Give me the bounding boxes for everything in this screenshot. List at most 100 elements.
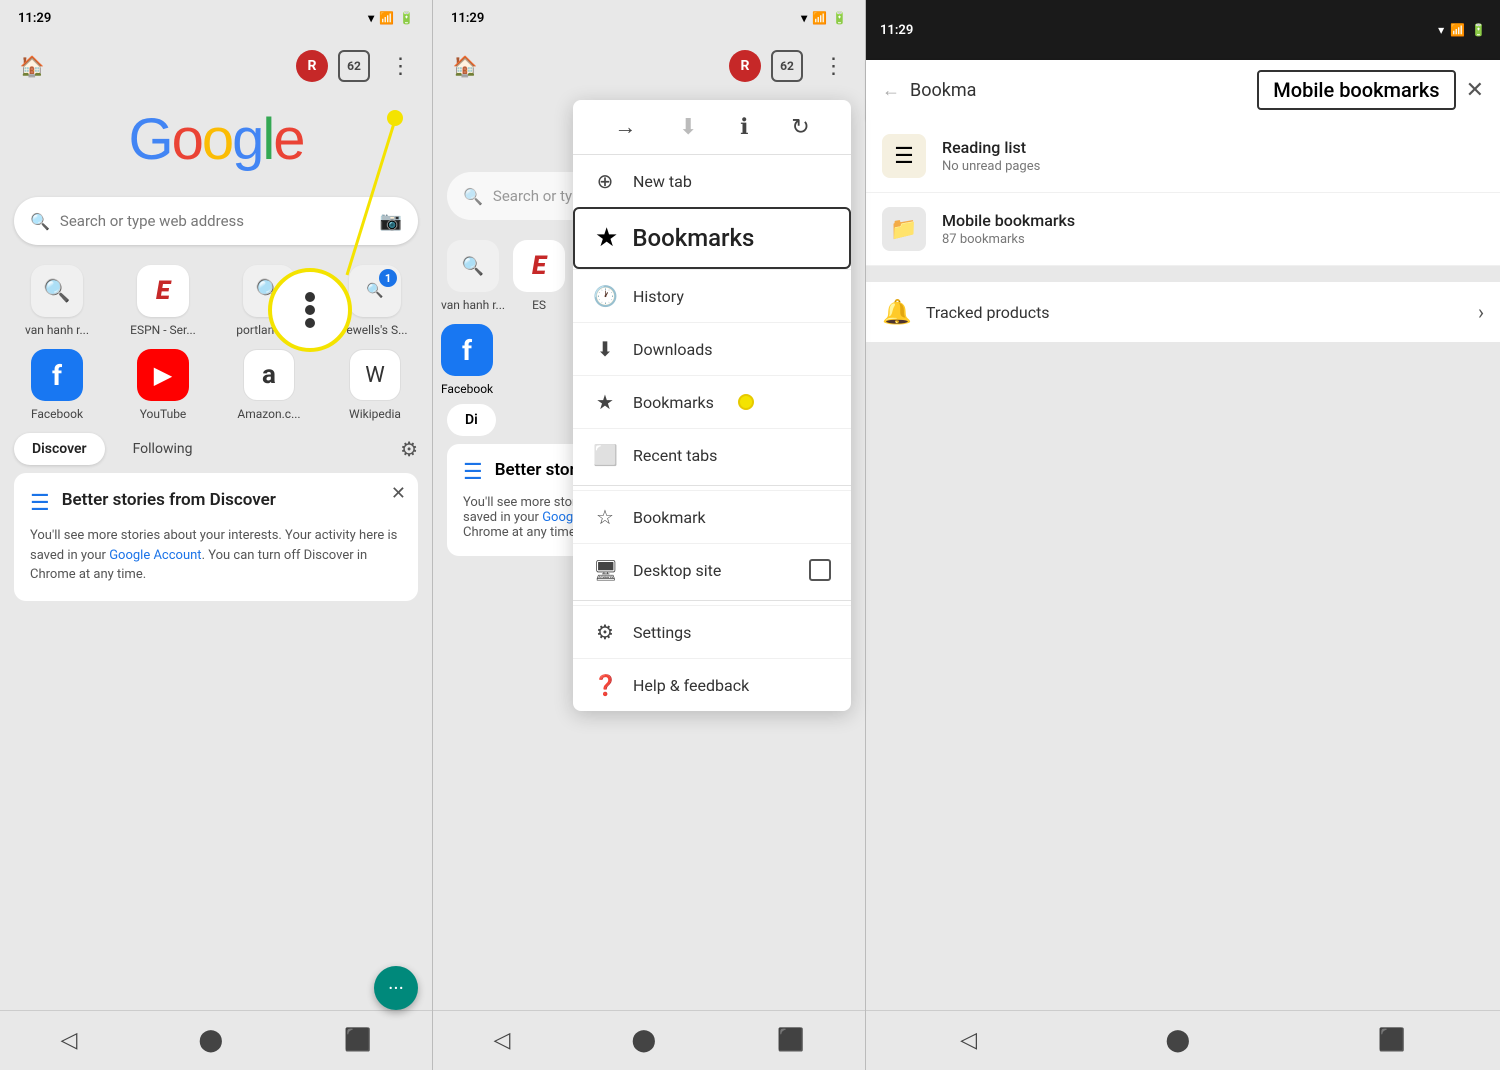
desktop-site-label: Desktop site [633, 561, 721, 580]
home-icon-mid: 🏠 [453, 54, 478, 78]
recents-nav-right[interactable]: ⬛ [1378, 1028, 1405, 1053]
shortcut-wikipedia[interactable]: W Wikipedia [326, 349, 424, 421]
close-discover-button[interactable]: ✕ [391, 483, 406, 504]
download-button[interactable]: ⬇ [679, 115, 697, 140]
chrome-toolbar-left: 🏠 R 62 ⋮ [0, 36, 432, 96]
desktop-site-checkbox[interactable] [809, 559, 831, 581]
mobile-bookmarks-item[interactable]: 📁 Mobile bookmarks 87 bookmarks [866, 193, 1500, 266]
search-placeholder-text: Search or type web address [60, 212, 370, 230]
qa-label-4: rewells's S... [342, 323, 407, 337]
quick-access-item-3[interactable]: 🔍 portland w... [220, 265, 318, 337]
search-bar[interactable]: 🔍 Search or type web address 📷 [14, 197, 418, 245]
bookmark-yellow-dot [738, 394, 754, 410]
qa-icon-4: 🔍 1 [349, 265, 401, 317]
wifi-icon-right: ▾ [1438, 23, 1444, 37]
camera-search-icon[interactable]: 📷 [380, 211, 402, 232]
wifi-icon: ▾ [368, 11, 374, 25]
discover-card: ✕ ☰ Better stories from Discover You'll … [14, 473, 418, 601]
mobile-bookmarks-title-box: Mobile bookmarks [1257, 70, 1455, 110]
back-nav-button[interactable]: ◁ [61, 1028, 78, 1053]
recent-tabs-label: Recent tabs [633, 446, 717, 465]
reading-list-item[interactable]: ☰ Reading list No unread pages [866, 120, 1500, 193]
signal-icon: 📶 [379, 11, 394, 25]
quick-access-item-1[interactable]: 🔍 van hanh r... [8, 265, 106, 337]
home-nav-button[interactable]: ⬤ [198, 1028, 223, 1053]
recents-nav-button[interactable]: ⬛ [344, 1028, 371, 1053]
mobile-bookmarks-text: Mobile bookmarks 87 bookmarks [942, 211, 1484, 247]
discover-card-header: ☰ Better stories from Discover [30, 489, 402, 516]
forward-button[interactable]: → [614, 114, 636, 140]
battery-icon-right: 🔋 [1471, 23, 1486, 37]
bookmark-page-menu-item[interactable]: ☆ Bookmark [573, 490, 851, 543]
back-arrow-bookmarks[interactable]: ← [882, 80, 900, 101]
new-tab-label: New tab [633, 172, 692, 191]
mobile-bookmarks-title: Mobile bookmarks [1273, 78, 1439, 102]
wikipedia-icon: W [349, 349, 401, 401]
discover-card-icon: ☰ [30, 491, 50, 516]
home-button[interactable]: 🏠 [12, 46, 52, 86]
help-feedback-label: Help & feedback [633, 676, 749, 695]
following-tab[interactable]: Following [115, 433, 211, 465]
desktop-site-menu-item[interactable]: 🖥 Desktop site [573, 543, 851, 596]
signal-icon-right: 📶 [1450, 23, 1465, 37]
battery-icon: 🔋 [399, 11, 414, 25]
downloads-menu-item[interactable]: ⬇ Downloads [573, 322, 851, 375]
bell-icon: 🔔 [882, 298, 912, 326]
shortcut-facebook[interactable]: f Facebook [8, 349, 106, 421]
bookmarks-menu-item[interactable]: ★ Bookmarks [573, 207, 851, 269]
reading-list-icon: ☰ [882, 134, 926, 178]
settings-icon: ⚙ [593, 620, 617, 644]
google-logo: Google [128, 106, 303, 173]
tracked-products-item[interactable]: 🔔 Tracked products › [866, 282, 1500, 342]
quick-access-item-4[interactable]: 🔍 1 rewells's S... [326, 265, 424, 337]
shortcuts-grid: f Facebook ▶ YouTube a Amazon.c... W Wik… [0, 349, 432, 433]
mobile-bookmarks-icon: 📁 [882, 207, 926, 251]
menu-toolbar-row: → ⬇ ℹ ↻ [573, 100, 851, 155]
back-nav-right[interactable]: ◁ [960, 1028, 977, 1053]
bookmarks-list-icon: ★ [593, 390, 617, 414]
mobile-bookmarks-item-subtitle: 87 bookmarks [942, 232, 1484, 247]
home-nav-right[interactable]: ⬤ [1165, 1028, 1190, 1053]
bookmarks-list: ☰ Reading list No unread pages 📁 Mobile … [866, 120, 1500, 266]
shortcut-amazon[interactable]: a Amazon.c... [220, 349, 318, 421]
settings-menu-item[interactable]: ⚙ Settings [573, 605, 851, 658]
refresh-button[interactable]: ↻ [791, 115, 809, 140]
history-menu-item[interactable]: 🕐 History [573, 269, 851, 322]
info-button[interactable]: ℹ [740, 115, 748, 140]
three-dot-icon: ⋮ [390, 54, 411, 79]
discover-settings-icon[interactable]: ⚙ [400, 437, 418, 461]
discover-tab[interactable]: Discover [14, 433, 105, 465]
close-bookmarks-button[interactable]: ✕ [1466, 78, 1484, 103]
search-icon: 🔍 [30, 212, 50, 231]
desktop-site-icon: 🖥 [593, 558, 617, 582]
history-icon: 🕐 [593, 284, 617, 308]
fab-button[interactable]: ··· [374, 966, 418, 1010]
help-feedback-menu-item[interactable]: ❓ Help & feedback [573, 658, 851, 711]
mobile-bookmarks-item-title: Mobile bookmarks [942, 211, 1484, 230]
menu-divider-1 [573, 485, 851, 486]
time-left: 11:29 [18, 11, 51, 26]
qa-label-3: portland w... [236, 323, 301, 337]
account-avatar[interactable]: R [296, 50, 328, 82]
tabs-button[interactable]: 62 [338, 50, 370, 82]
chrome-toolbar-mid-bg: 🏠 R 62 ⋮ [433, 36, 865, 96]
quick-access-item-2[interactable]: E ESPN - Ser... [114, 265, 212, 337]
tabs-count: 62 [347, 59, 361, 73]
left-panel: 11:29 ▾ 📶 🔋 🏠 R 62 ⋮ Google 🔍 Search or … [0, 0, 433, 1070]
shortcut-youtube[interactable]: ▶ YouTube [114, 349, 212, 421]
three-dot-menu-button[interactable]: ⋮ [380, 46, 420, 86]
new-tab-menu-item[interactable]: ⊕ New tab [573, 155, 851, 207]
discover-bar: Discover Following ⚙ [0, 433, 432, 465]
history-label: History [633, 287, 684, 306]
facebook-icon: f [31, 349, 83, 401]
menu-divider-2 [573, 600, 851, 601]
recent-tabs-menu-item[interactable]: ⬜ Recent tabs [573, 428, 851, 481]
quick-access-grid: 🔍 van hanh r... E ESPN - Ser... 🔍 portla… [0, 253, 432, 349]
status-bar-right: 11:29 ▾ 📶 🔋 [866, 0, 1500, 60]
google-account-link[interactable]: Google Account [109, 548, 201, 563]
bookmarks-list-item[interactable]: ★ Bookmarks [573, 375, 851, 428]
downloads-label: Downloads [633, 340, 712, 359]
time-mid: 11:29 [451, 11, 484, 26]
recent-tabs-icon: ⬜ [593, 443, 617, 467]
time-right: 11:29 [880, 23, 913, 38]
